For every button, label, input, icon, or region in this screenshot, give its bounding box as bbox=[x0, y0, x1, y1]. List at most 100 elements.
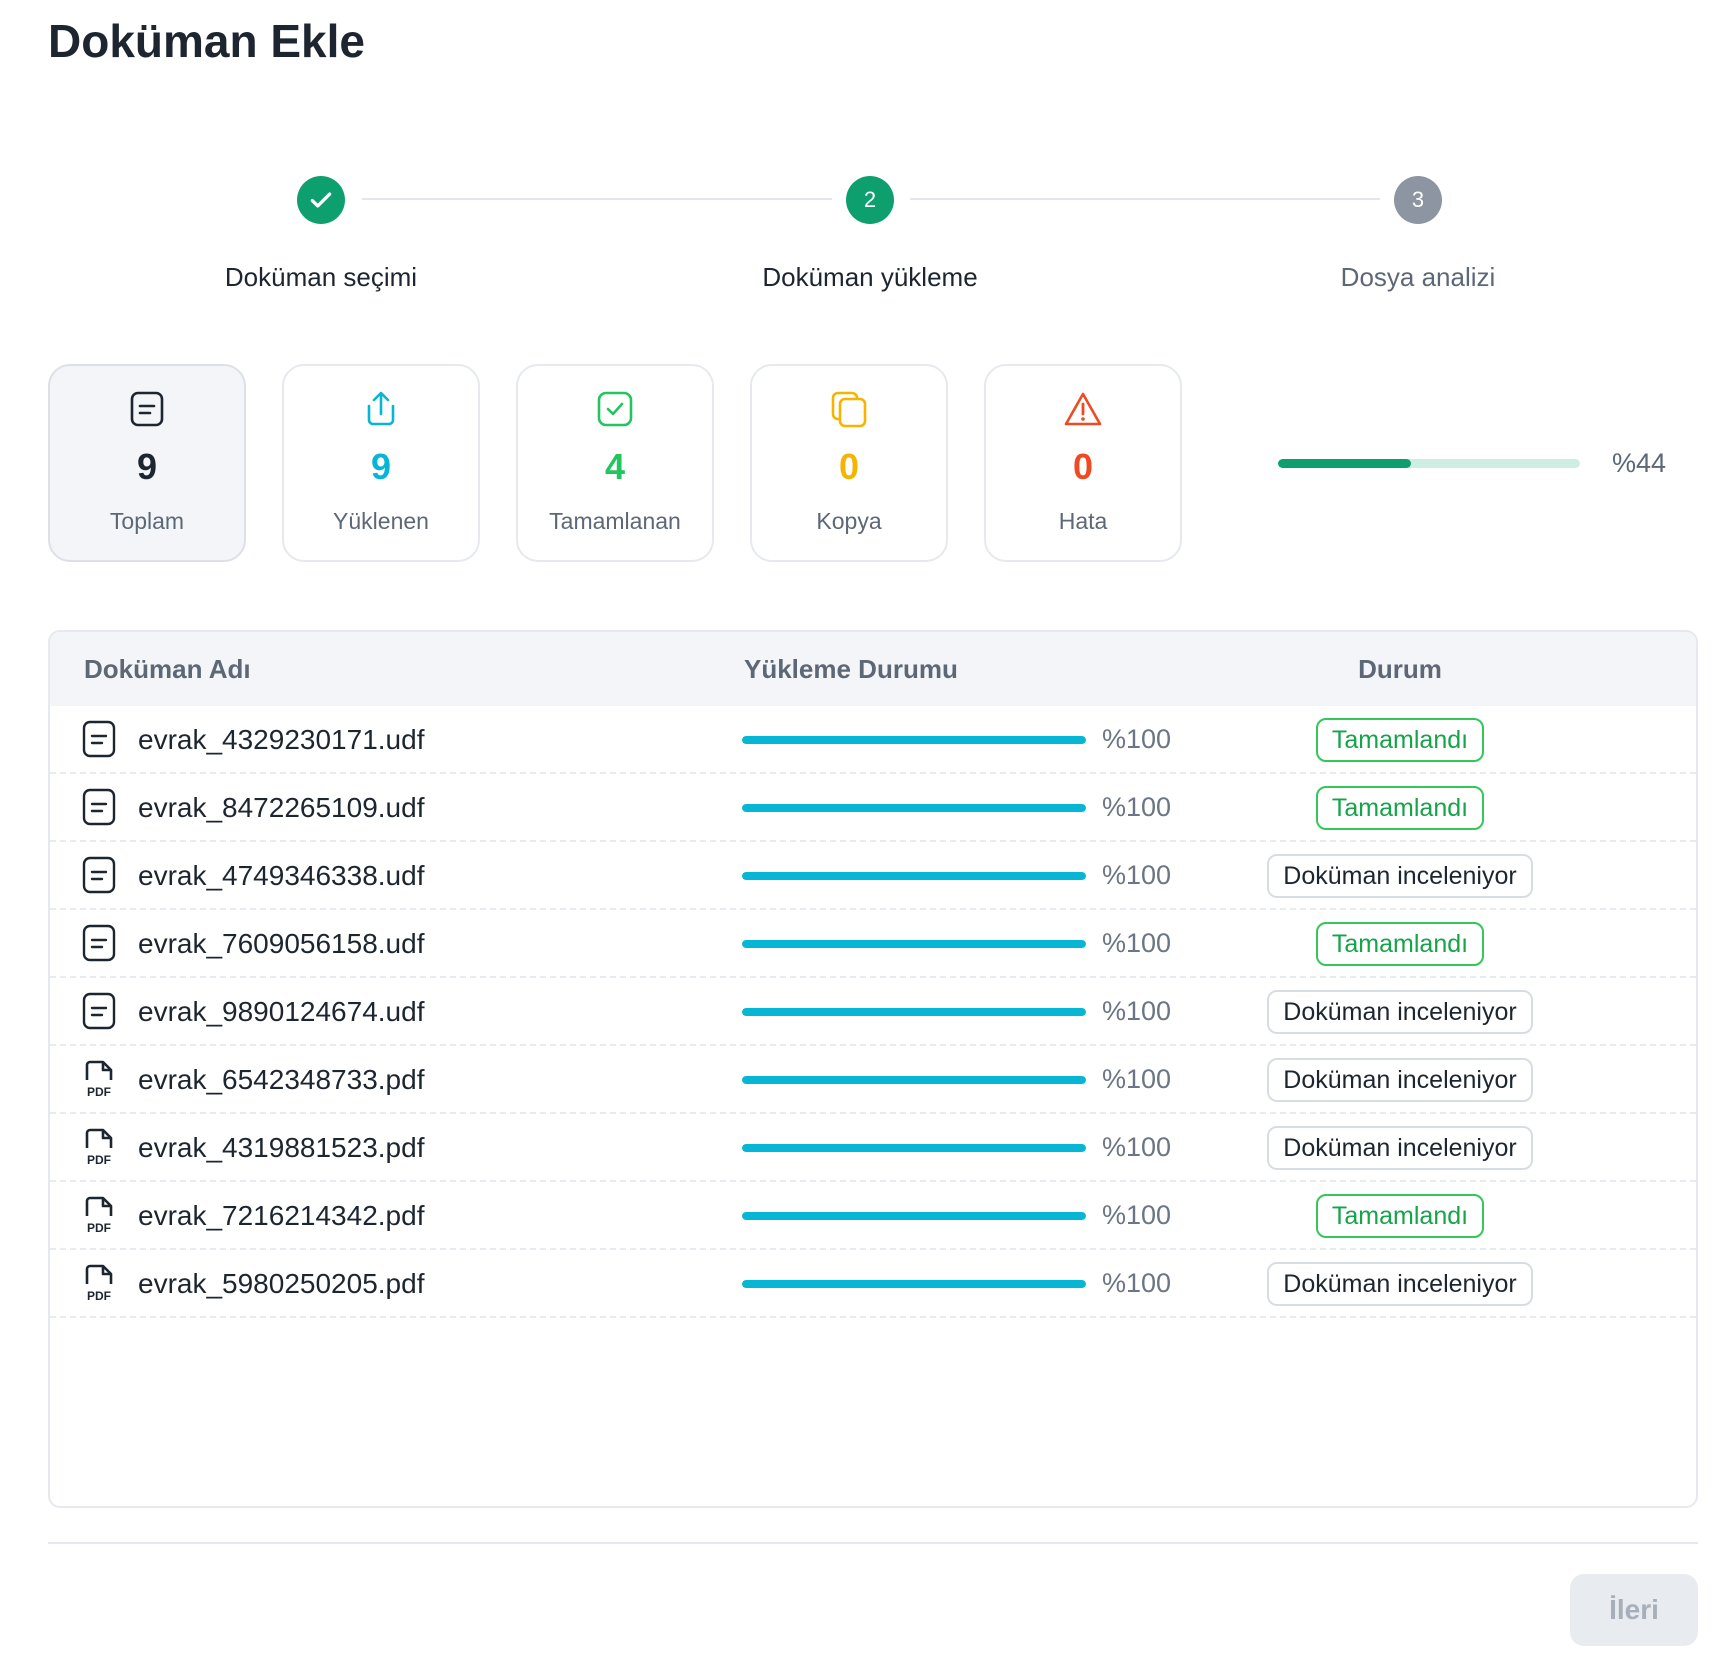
table-header: Doküman Adı Yükleme Durumu Durum bbox=[50, 632, 1696, 706]
page-title: Doküman Ekle bbox=[48, 15, 365, 67]
status-badge: Doküman inceleniyor bbox=[1267, 1262, 1533, 1306]
file-name: evrak_4319881523.pdf bbox=[138, 1132, 425, 1163]
upload-progress-fill bbox=[742, 1280, 1086, 1288]
upload-progress-bar bbox=[742, 940, 1086, 948]
upload-progress-fill bbox=[742, 1076, 1086, 1084]
upload-progress-label: %100 bbox=[1102, 1064, 1172, 1094]
stat-label: Toplam bbox=[109, 508, 185, 534]
document-icon bbox=[50, 390, 244, 430]
copy-icon bbox=[752, 390, 946, 430]
status-badge: Doküman inceleniyor bbox=[1267, 990, 1533, 1034]
file-name: evrak_5980250205.pdf bbox=[138, 1268, 425, 1299]
upload-progress-bar bbox=[742, 1280, 1086, 1288]
upload-progress-fill bbox=[742, 736, 1086, 744]
pdf-file-icon: PDF bbox=[82, 1196, 116, 1235]
status-badge: Tamamlandı bbox=[1315, 1194, 1485, 1238]
column-header-name: Doküman Adı bbox=[84, 654, 251, 684]
next-button[interactable]: İleri bbox=[1570, 1574, 1698, 1646]
column-header-status: Durum bbox=[1358, 654, 1442, 684]
table-row[interactable]: evrak_7609056158.udf %100 Tamamlandı bbox=[50, 910, 1696, 978]
overall-progress-fill bbox=[1278, 459, 1411, 468]
status-badge: Tamamlandı bbox=[1315, 922, 1485, 966]
check-square-icon bbox=[518, 390, 712, 430]
stat-value: 0 bbox=[1072, 446, 1094, 487]
pdf-file-icon: PDF bbox=[82, 1264, 116, 1303]
upload-progress-label: %100 bbox=[1102, 860, 1172, 890]
upload-progress-bar bbox=[742, 804, 1086, 812]
file-name: evrak_7609056158.udf bbox=[138, 928, 425, 959]
status-cell: Doküman inceleniyor bbox=[1250, 854, 1550, 898]
stat-card-uploaded[interactable]: 9 Yüklenen bbox=[282, 364, 480, 562]
svg-text:PDF: PDF bbox=[87, 1221, 111, 1234]
upload-progress-bar bbox=[742, 872, 1086, 880]
overall-progress-bar bbox=[1278, 459, 1580, 468]
column-header-upload: Yükleme Durumu bbox=[744, 654, 958, 684]
pdf-file-icon: PDF bbox=[82, 1060, 116, 1099]
stat-card-completed[interactable]: 4 Tamamlanan bbox=[516, 364, 714, 562]
status-cell: Tamamlandı bbox=[1250, 718, 1550, 762]
svg-text:PDF: PDF bbox=[87, 1085, 111, 1098]
step-2-label: Doküman yükleme bbox=[762, 262, 978, 292]
upload-progress-fill bbox=[742, 1144, 1086, 1152]
status-cell: Tamamlandı bbox=[1250, 1194, 1550, 1238]
document-icon bbox=[82, 720, 116, 758]
file-name: evrak_7216214342.pdf bbox=[138, 1200, 425, 1231]
status-badge: Tamamlandı bbox=[1315, 786, 1485, 830]
file-name: evrak_8472265109.udf bbox=[138, 792, 425, 823]
document-icon bbox=[82, 924, 116, 962]
step-3-number: 3 bbox=[1394, 176, 1442, 224]
upload-progress-label: %100 bbox=[1102, 1132, 1172, 1162]
status-cell: Tamamlandı bbox=[1250, 922, 1550, 966]
step-connector bbox=[910, 198, 1380, 200]
svg-text:PDF: PDF bbox=[87, 1289, 111, 1302]
stat-card-error[interactable]: 0 Hata bbox=[984, 364, 1182, 562]
stat-label: Tamamlanan bbox=[549, 508, 681, 534]
upload-progress-fill bbox=[742, 1212, 1086, 1220]
document-icon bbox=[82, 856, 116, 894]
step-1-label: Doküman seçimi bbox=[224, 262, 418, 292]
stat-value: 9 bbox=[136, 446, 158, 487]
step-2-number: 2 bbox=[846, 176, 894, 224]
table-row[interactable]: PDF evrak_5980250205.pdf %100 Doküman incel… bbox=[50, 1250, 1696, 1318]
upload-progress-fill bbox=[742, 940, 1086, 948]
step-1-check-icon bbox=[297, 176, 345, 224]
status-badge: Doküman inceleniyor bbox=[1267, 854, 1533, 898]
stat-label: Kopya bbox=[816, 508, 882, 534]
upload-progress-label: %100 bbox=[1102, 928, 1172, 958]
status-badge: Doküman inceleniyor bbox=[1267, 1126, 1533, 1170]
upload-progress-bar bbox=[742, 1008, 1086, 1016]
status-cell: Tamamlandı bbox=[1250, 786, 1550, 830]
table-row[interactable]: PDF evrak_7216214342.pdf %100 Tamamlandı bbox=[50, 1182, 1696, 1250]
upload-progress-fill bbox=[742, 804, 1086, 812]
overall-progress-label: %44 bbox=[1612, 448, 1667, 478]
status-cell: Doküman inceleniyor bbox=[1250, 1126, 1550, 1170]
svg-text:PDF: PDF bbox=[87, 1153, 111, 1166]
file-name: evrak_4749346338.udf bbox=[138, 860, 425, 891]
stepper: 2 3 Doküman seçimi Doküman yükleme Dosya… bbox=[0, 170, 1730, 320]
pdf-file-icon: PDF bbox=[82, 1128, 116, 1167]
table-row[interactable]: PDF evrak_4319881523.pdf %100 Doküman incel… bbox=[50, 1114, 1696, 1182]
stat-card-total[interactable]: 9 Toplam bbox=[48, 364, 246, 562]
footer-divider bbox=[48, 1542, 1698, 1544]
table-row[interactable]: PDF evrak_6542348733.pdf %100 Doküman incel… bbox=[50, 1046, 1696, 1114]
status-badge: Tamamlandı bbox=[1315, 718, 1485, 762]
upload-progress-fill bbox=[742, 872, 1086, 880]
upload-progress-bar bbox=[742, 736, 1086, 744]
upload-progress-label: %100 bbox=[1102, 724, 1172, 754]
step-connector bbox=[362, 198, 832, 200]
upload-progress-bar bbox=[742, 1076, 1086, 1084]
table-row[interactable]: evrak_9890124674.udf %100 Doküman inceleni… bbox=[50, 978, 1696, 1046]
stat-card-copy[interactable]: 0 Kopya bbox=[750, 364, 948, 562]
status-cell: Doküman inceleniyor bbox=[1250, 990, 1550, 1034]
file-name: evrak_6542348733.pdf bbox=[138, 1064, 425, 1095]
table-row[interactable]: evrak_4329230171.udf %100 Tamamlandı bbox=[50, 706, 1696, 774]
stat-value: 0 bbox=[838, 446, 860, 487]
table-row[interactable]: evrak_4749346338.udf %100 Doküman inceleni… bbox=[50, 842, 1696, 910]
document-table: Doküman Adı Yükleme Durumu Durum evrak_4… bbox=[48, 630, 1698, 1508]
table-row[interactable]: evrak_8472265109.udf %100 Tamamlandı bbox=[50, 774, 1696, 842]
step-3-label: Dosya analizi bbox=[1340, 262, 1496, 292]
file-name: evrak_4329230171.udf bbox=[138, 724, 425, 755]
upload-progress-label: %100 bbox=[1102, 1268, 1172, 1298]
upload-progress-bar bbox=[742, 1212, 1086, 1220]
upload-icon bbox=[284, 390, 478, 430]
